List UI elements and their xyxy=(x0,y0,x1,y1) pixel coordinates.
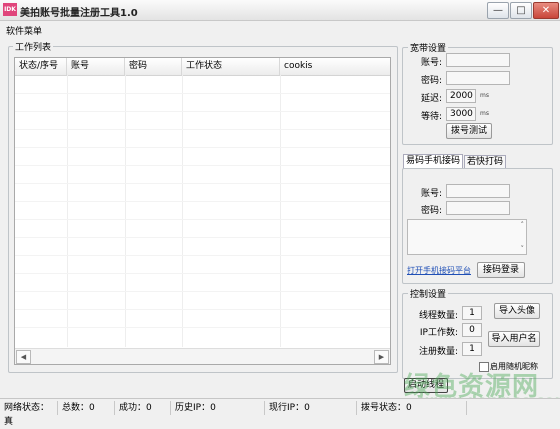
column-divider xyxy=(280,75,281,347)
sms-account-input[interactable] xyxy=(446,184,510,198)
row-line xyxy=(15,273,390,274)
status-total: 总数：0 xyxy=(58,401,115,415)
thread-count-label: 线程数量: xyxy=(418,311,458,321)
sms-login-button[interactable]: 接码登录 xyxy=(477,262,525,278)
status-network: 网络状态：真 xyxy=(0,401,58,427)
control-settings-label: 控制设置 xyxy=(408,287,449,300)
column-header[interactable]: 状态/序号 xyxy=(15,58,67,75)
delay-unit: ms xyxy=(480,92,489,99)
row-line xyxy=(15,255,390,256)
scroll-right-icon[interactable]: ▶ xyxy=(374,350,389,364)
thread-count-input[interactable]: 1 xyxy=(462,306,482,320)
tab-ruokuai[interactable]: 若快打码 xyxy=(464,155,506,169)
delay-label: 延迟: xyxy=(420,94,442,104)
ip-worker-label: IP工作数: xyxy=(419,328,458,338)
sms-password-input[interactable] xyxy=(446,201,510,215)
maximize-button[interactable]: □ xyxy=(510,2,532,19)
wait-unit: ms xyxy=(480,110,489,117)
tab-yima[interactable]: 易码手机接码 xyxy=(403,154,463,169)
menu-software[interactable]: 软件菜单 xyxy=(6,24,42,37)
row-line xyxy=(15,93,390,94)
column-divider xyxy=(182,75,183,347)
row-line xyxy=(15,165,390,166)
window-title: 美拍账号批量注册工具1.0 xyxy=(20,8,138,19)
dial-test-button[interactable]: 拨号测试 xyxy=(446,123,492,139)
row-line xyxy=(15,111,390,112)
sms-output-text xyxy=(408,220,409,221)
sms-account-label: 账号: xyxy=(420,189,442,199)
row-line xyxy=(15,183,390,184)
wait-input[interactable]: 3000 xyxy=(446,107,476,121)
row-line xyxy=(15,201,390,202)
scroll-left-icon[interactable]: ◀ xyxy=(16,350,31,364)
work-list-label: 工作列表 xyxy=(13,40,54,53)
column-header[interactable]: 工作状态 xyxy=(182,58,280,75)
column-header[interactable]: 密码 xyxy=(125,58,182,75)
scroll-up-icon[interactable]: ˄ xyxy=(521,221,525,229)
delay-input[interactable]: 2000 xyxy=(446,89,476,103)
proxy-account-input[interactable] xyxy=(446,53,510,67)
status-bar: 网络状态：真 总数：0 成功：0 历史IP：0 现行IP：0 拨号状态：0 xyxy=(0,398,560,427)
ip-worker-input[interactable]: 0 xyxy=(462,323,482,337)
table-header: 状态/序号 账号 密码 工作状态 cookis xyxy=(15,58,390,76)
sms-password-label: 密码: xyxy=(420,206,442,216)
row-line xyxy=(15,147,390,148)
register-count-input[interactable]: 1 xyxy=(462,342,482,356)
proxy-password-input[interactable] xyxy=(446,71,510,85)
wait-label: 等待: xyxy=(420,112,442,122)
status-dial: 拨号状态：0 xyxy=(357,401,467,415)
row-line xyxy=(15,309,390,310)
close-button[interactable]: ✕ xyxy=(533,2,559,19)
column-divider xyxy=(125,75,126,347)
scroll-down-icon[interactable]: ˅ xyxy=(521,245,525,253)
status-history-ip: 历史IP：0 xyxy=(171,401,265,415)
row-line xyxy=(15,327,390,328)
register-count-label: 注册数量: xyxy=(418,347,458,357)
row-line xyxy=(15,291,390,292)
minimize-button[interactable]: — xyxy=(487,2,509,19)
sms-output-textarea[interactable]: ˄ ˅ xyxy=(407,219,527,255)
row-line xyxy=(15,129,390,130)
work-list-table[interactable]: 状态/序号 账号 密码 工作状态 cookis ◀ ▶ xyxy=(14,57,391,365)
proxy-settings-label: 宽带设置 xyxy=(408,41,449,54)
status-current-ip: 现行IP：0 xyxy=(265,401,357,415)
import-avatar-button[interactable]: 导入头像 xyxy=(494,303,540,319)
open-sms-platform-link[interactable]: 打开手机接码平台 xyxy=(407,265,471,276)
row-line xyxy=(15,219,390,220)
proxy-account-label: 账号: xyxy=(420,58,442,68)
import-username-button[interactable]: 导入用户名 xyxy=(488,331,540,347)
column-header[interactable]: cookis xyxy=(280,58,390,75)
app-icon: IDK xyxy=(3,3,17,16)
column-header[interactable]: 账号 xyxy=(67,58,125,75)
proxy-password-label: 密码: xyxy=(420,76,442,86)
column-divider xyxy=(67,75,68,347)
status-success: 成功：0 xyxy=(115,401,171,415)
row-line xyxy=(15,237,390,238)
horizontal-scrollbar[interactable]: ◀ ▶ xyxy=(15,348,390,364)
